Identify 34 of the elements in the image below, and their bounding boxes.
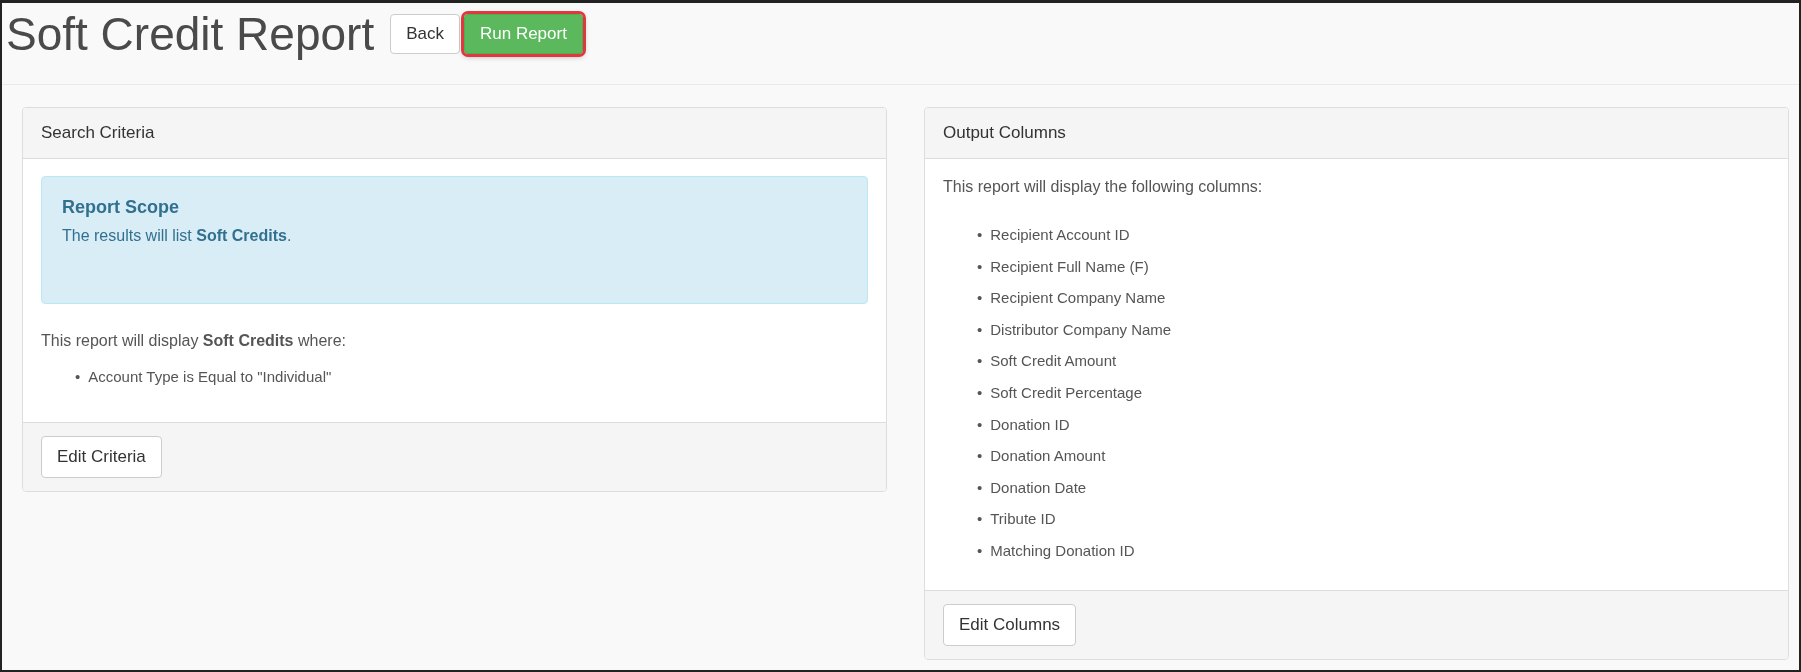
list-bullet: •	[75, 367, 81, 387]
alert-heading: Report Scope	[62, 197, 181, 218]
column-item: Soft Credit Amount	[990, 351, 1117, 372]
list-bullet: •	[977, 540, 983, 561]
column-item: Tribute ID	[990, 509, 1056, 530]
panel-heading: Output Columns	[925, 108, 1788, 159]
column-item: Soft Credit Percentage	[990, 382, 1143, 403]
column-item: Distributor Company Name	[990, 319, 1172, 340]
column-item: Recipient Full Name (F)	[990, 256, 1149, 277]
criteria-item: Account Type is Equal to "Individual"	[88, 367, 332, 387]
page-title: Soft Credit Report	[6, 9, 375, 59]
list-bullet: •	[977, 288, 983, 309]
list-bullet: •	[977, 509, 983, 530]
column-item: Donation ID	[990, 414, 1070, 435]
column-item: Recipient Company Name	[990, 288, 1166, 309]
list-bullet: •	[977, 446, 983, 467]
column-item: Matching Donation ID	[990, 540, 1135, 561]
back-button[interactable]: Back	[390, 14, 460, 54]
list-bullet: •	[977, 351, 983, 372]
edit-columns-button[interactable]: Edit Columns	[943, 603, 1077, 646]
columns-intro: This report will display the following columns:	[943, 177, 1264, 197]
list-bullet: •	[977, 382, 983, 403]
column-item: Recipient Account ID	[990, 225, 1130, 245]
list-bullet: •	[977, 225, 983, 245]
column-item: Donation Date	[990, 477, 1087, 498]
list-bullet: •	[977, 319, 983, 340]
panel-heading: Search Criteria	[23, 108, 886, 159]
criteria-intro: This report will display Soft Credits where:	[41, 331, 347, 351]
list-bullet: •	[977, 477, 983, 498]
alert-text: The results will list Soft Credits.	[62, 226, 293, 246]
list-bullet: •	[977, 414, 983, 435]
edit-criteria-button[interactable]: Edit Criteria	[41, 436, 162, 478]
list-bullet: •	[977, 256, 983, 277]
column-item: Donation Amount	[990, 446, 1106, 467]
